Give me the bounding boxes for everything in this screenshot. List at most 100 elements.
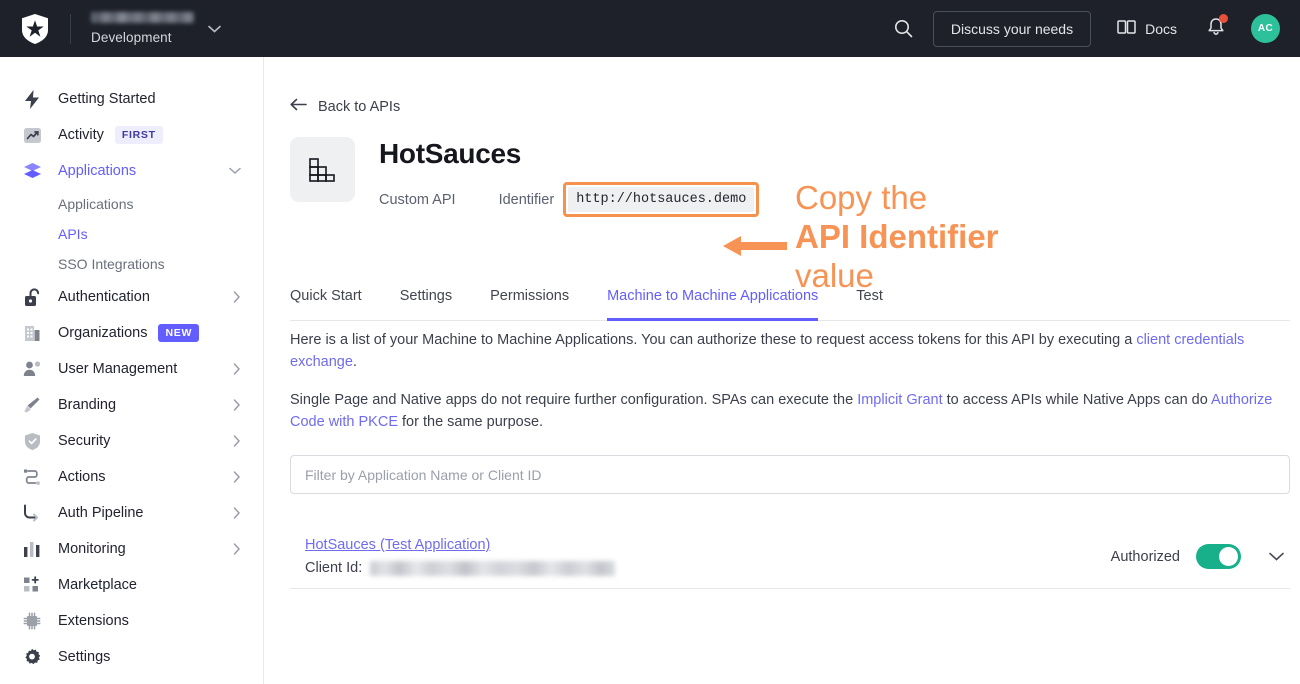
arrow-left-icon	[290, 98, 307, 115]
intro-paragraph-1: Here is a list of your Machine to Machin…	[290, 329, 1290, 373]
intro-paragraph-2: Single Page and Native apps do not requi…	[290, 389, 1290, 433]
authorized-toggle[interactable]	[1196, 544, 1241, 569]
identifier-value[interactable]: http://hotsauces.demo	[568, 187, 755, 212]
sidebar-label: Activity	[58, 127, 104, 143]
sidebar-item-security[interactable]: Security	[0, 423, 263, 459]
sidebar-label: Marketplace	[58, 577, 137, 593]
tab-bar: Quick Start Settings Permissions Machine…	[290, 288, 1290, 321]
sidebar-item-branding[interactable]: Branding	[0, 387, 263, 423]
para2-part2: to access APIs while Native Apps can do	[942, 392, 1212, 408]
back-to-apis-link[interactable]: Back to APIs	[290, 98, 1300, 115]
brush-icon	[22, 395, 42, 415]
para1-part2: .	[352, 354, 357, 371]
application-info: HotSauces (Test Application) Client Id:	[290, 537, 616, 576]
notifications-button[interactable]	[1207, 14, 1228, 41]
chevron-right-icon[interactable]	[233, 399, 241, 411]
api-type-label: Custom API	[379, 191, 456, 208]
top-bar-actions: Discuss your needs Docs AC	[888, 10, 1300, 47]
sidebar-label: Actions	[58, 469, 106, 485]
grid-plus-icon	[22, 575, 42, 595]
docs-label: Docs	[1145, 20, 1177, 37]
top-bar: Development Discuss your needs Docs AC	[0, 0, 1300, 57]
avatar[interactable]: AC	[1251, 14, 1280, 43]
auth0-dashboard: Development Discuss your needs Docs AC G…	[0, 0, 1300, 684]
chip-icon	[22, 611, 42, 631]
implicit-grant-link[interactable]: Implicit Grant	[857, 392, 942, 408]
tenant-name-redacted	[91, 12, 194, 23]
layers-icon	[22, 161, 42, 181]
sidebar-label: Branding	[58, 397, 117, 413]
tab-machine-to-machine-applications[interactable]: Machine to Machine Applications	[607, 288, 819, 321]
client-id-value-redacted	[370, 560, 616, 576]
sidebar-label: User Management	[58, 361, 178, 377]
auth0-logo-icon[interactable]	[22, 13, 48, 44]
lock-open-icon	[22, 287, 42, 307]
tab-settings[interactable]: Settings	[400, 288, 452, 321]
discuss-your-needs-button[interactable]: Discuss your needs	[932, 10, 1092, 47]
chevron-down-icon[interactable]	[208, 20, 221, 38]
tab-test[interactable]: Test	[856, 288, 883, 321]
client-id-label: Client Id:	[305, 560, 363, 576]
header-divider	[70, 13, 71, 44]
sidebar-item-user-management[interactable]: User Management	[0, 351, 263, 387]
chevron-down-icon[interactable]	[1269, 552, 1284, 561]
sidebar-label: Applications	[58, 163, 137, 179]
sidebar-item-settings[interactable]: Settings	[0, 639, 263, 675]
main-content: Back to APIs HotSauces Custom API Identi…	[264, 57, 1300, 684]
chevron-right-icon[interactable]	[233, 435, 241, 447]
application-name-link[interactable]: HotSauces (Test Application)	[305, 537, 615, 553]
sidebar-item-organizations[interactable]: Organizations NEW	[0, 315, 263, 351]
sidebar-item-apis[interactable]: APIs	[0, 219, 263, 249]
sidebar-item-marketplace[interactable]: Marketplace	[0, 567, 263, 603]
arrow-left-annotation-icon	[723, 233, 787, 264]
building-icon	[22, 323, 42, 343]
tenant-environment: Development	[91, 30, 172, 45]
docs-link[interactable]: Docs	[1117, 19, 1177, 38]
sidebar-item-auth-pipeline[interactable]: Auth Pipeline	[0, 495, 263, 531]
annotation-line-2: API Identifier	[795, 217, 999, 255]
sidebar-item-applications-sub[interactable]: Applications	[0, 189, 263, 219]
api-subrow: Custom API Identifier http://hotsauces.d…	[379, 182, 760, 217]
sidebar-label: Extensions	[58, 613, 129, 629]
identifier-label: Identifier	[498, 191, 555, 208]
tab-quick-start[interactable]: Quick Start	[290, 288, 362, 321]
application-controls: Authorized	[1111, 544, 1290, 569]
tenant-selector[interactable]: Development	[91, 12, 194, 45]
back-label: Back to APIs	[318, 98, 401, 115]
sidebar-item-authentication[interactable]: Authentication	[0, 279, 263, 315]
sidebar-label: Authentication	[58, 289, 150, 305]
annotation-text: Copy the API Identifier value	[795, 179, 999, 296]
annotation-line-1: Copy the	[795, 179, 928, 216]
sidebar-label: Monitoring	[58, 541, 126, 557]
filter-input[interactable]	[290, 455, 1290, 494]
sidebar-item-monitoring[interactable]: Monitoring	[0, 531, 263, 567]
chevron-right-icon[interactable]	[233, 291, 241, 303]
chevron-right-icon[interactable]	[233, 507, 241, 519]
api-meta: HotSauces Custom API Identifier http://h…	[379, 137, 760, 217]
chevron-right-icon[interactable]	[233, 543, 241, 555]
chevron-right-icon[interactable]	[233, 363, 241, 375]
sidebar-item-sso-integrations[interactable]: SSO Integrations	[0, 249, 263, 279]
toggle-knob	[1219, 547, 1238, 566]
sidebar-label: Getting Started	[58, 91, 156, 107]
authorized-label: Authorized	[1110, 548, 1180, 565]
badge-first: FIRST	[114, 126, 163, 144]
tab-permissions[interactable]: Permissions	[490, 288, 569, 321]
lightning-icon	[22, 89, 42, 109]
gear-icon	[22, 647, 42, 667]
sidebar-item-actions[interactable]: Actions	[0, 459, 263, 495]
sidebar-label: Organizations	[58, 325, 148, 341]
chevron-right-icon[interactable]	[233, 471, 241, 483]
trending-up-icon	[22, 125, 42, 145]
sidebar-item-activity[interactable]: Activity FIRST	[0, 117, 263, 153]
sidebar-item-getting-started[interactable]: Getting Started	[0, 81, 263, 117]
pipeline-icon	[22, 503, 42, 523]
sidebar-item-extensions[interactable]: Extensions	[0, 603, 263, 639]
search-icon[interactable]	[888, 13, 919, 44]
para2-part1: Single Page and Native apps do not requi…	[290, 392, 858, 408]
client-id-row: Client Id:	[305, 560, 616, 576]
para2-part3: for the same purpose.	[398, 414, 544, 431]
sidebar-label: Security	[58, 433, 111, 449]
chevron-down-icon[interactable]	[229, 167, 241, 175]
sidebar-item-applications[interactable]: Applications	[0, 153, 263, 189]
